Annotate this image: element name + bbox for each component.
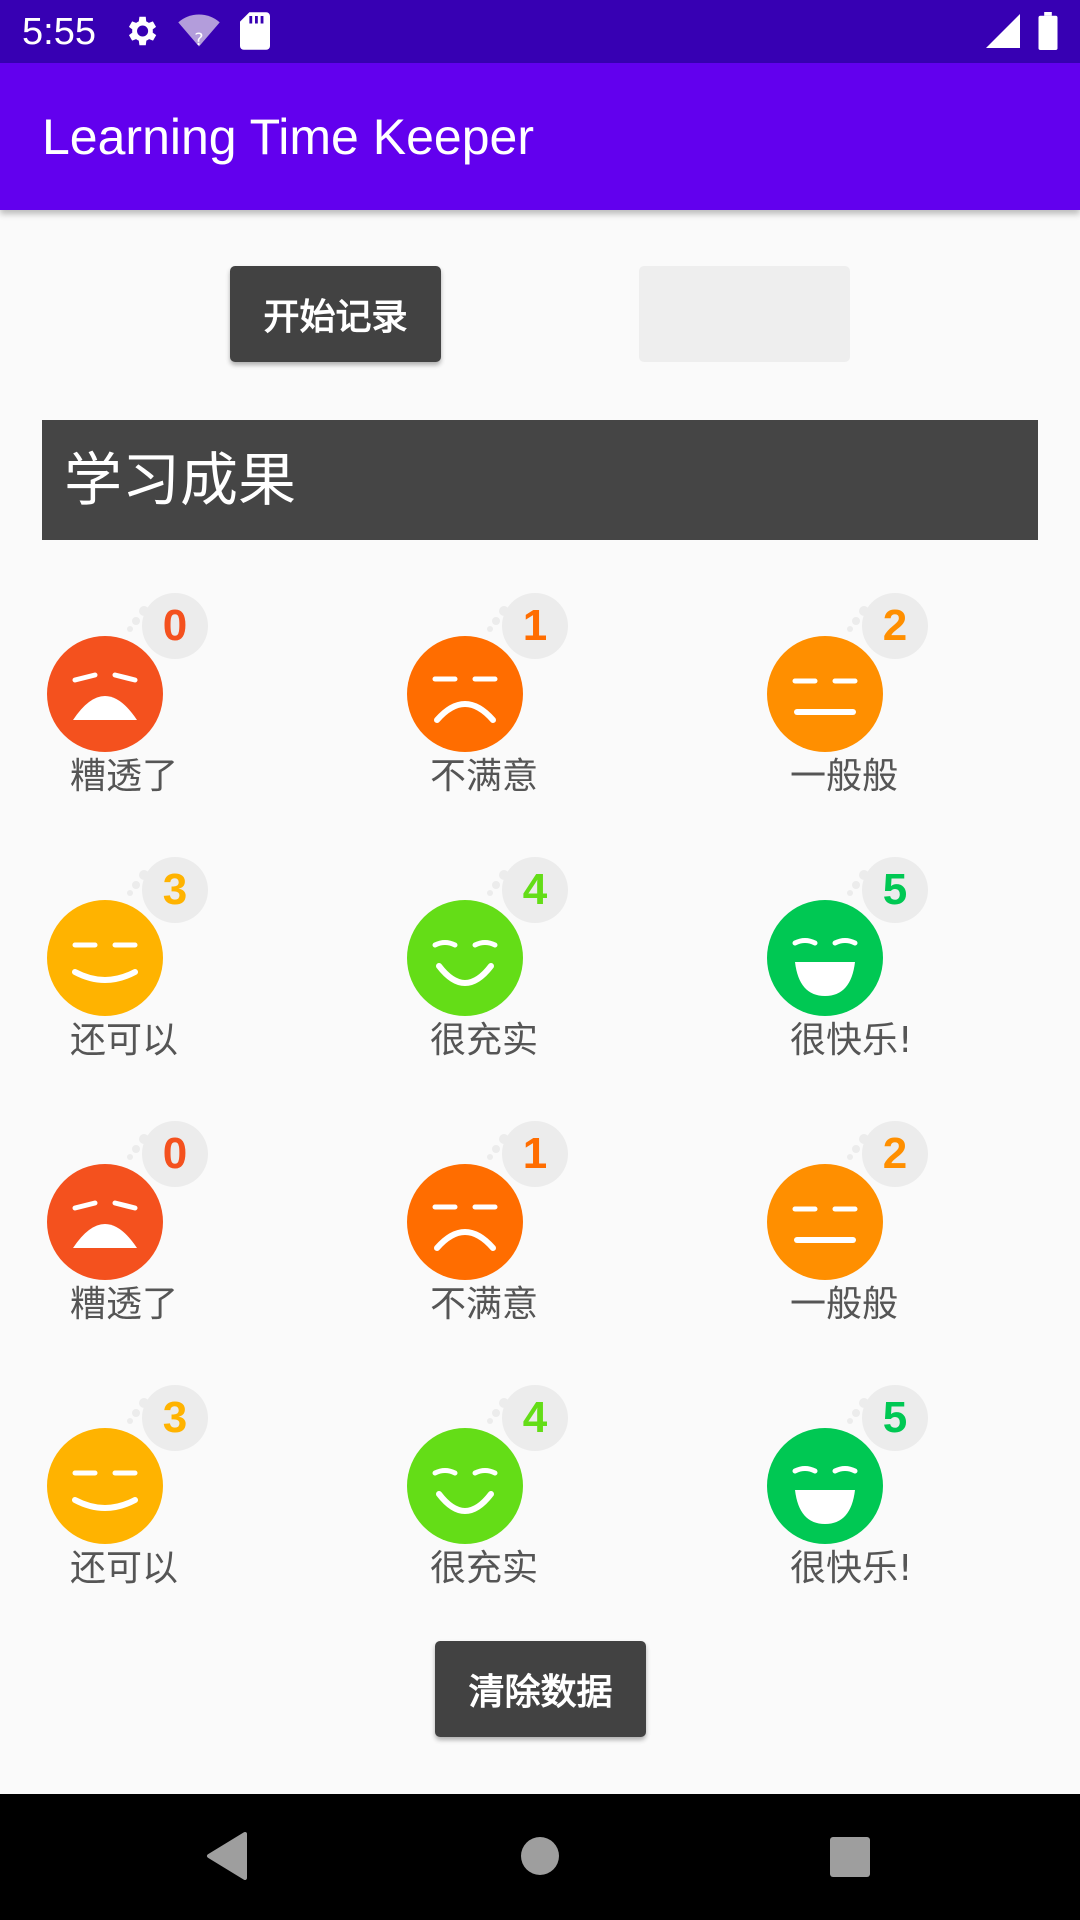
rating-item[interactable]: 2 一般般 [762,1121,982,1331]
rating-label: 很快乐! [790,1020,913,1061]
awful-face-icon[interactable] [47,1164,163,1280]
bad-face-icon[interactable] [407,636,523,752]
svg-text:?: ? [194,30,203,50]
rating-item[interactable]: 3 还可以 [42,1385,262,1595]
home-icon[interactable] [520,1836,560,1880]
rating-item[interactable]: 3 还可以 [42,857,262,1067]
status-bar: 5:55 ? [0,0,1080,63]
results-title: 学习成果 [64,446,297,514]
rating-label: 糟透了 [70,1284,179,1325]
awful-face-icon[interactable] [47,636,163,752]
disabled-button [639,266,850,362]
results-header: 学习成果 [42,420,1038,540]
rating-item[interactable]: 4 很充实 [402,857,622,1067]
rating-label: 不满意 [430,756,539,797]
navigation-bar [0,1794,1080,1920]
neutral-face-icon[interactable] [767,1164,883,1280]
app-bar: Learning Time Keeper [0,63,1080,210]
recents-icon[interactable] [830,1837,870,1881]
ok-face-icon[interactable] [47,1428,163,1544]
rating-label: 很充实 [430,1020,539,1061]
rating-item[interactable]: 0 糟透了 [42,1121,262,1331]
battery-icon [1038,12,1058,54]
rating-item[interactable]: 1 不满意 [402,1121,622,1331]
rating-label: 还可以 [70,1548,179,1589]
great-face-icon[interactable] [767,1428,883,1544]
rating-item[interactable]: 0 糟透了 [42,593,262,803]
neutral-face-icon[interactable] [767,636,883,752]
wifi-question-icon: ? [178,12,220,54]
signal-icon [986,12,1020,54]
rating-label: 一般般 [790,756,899,797]
great-face-icon[interactable] [767,900,883,1016]
rating-label: 很快乐! [790,1548,913,1589]
good-face-icon[interactable] [407,1428,523,1544]
ok-face-icon[interactable] [47,900,163,1016]
sd-card-icon [240,12,270,54]
rating-item[interactable]: 5 很快乐! [762,1385,982,1595]
rating-item[interactable]: 4 很充实 [402,1385,622,1595]
rating-label: 糟透了 [70,756,179,797]
clear-data-button[interactable]: 清除数据 [435,1641,646,1737]
rating-label: 不满意 [430,1284,539,1325]
app-title: Learning Time Keeper [42,109,534,165]
rating-item[interactable]: 5 很快乐! [762,857,982,1067]
status-time: 5:55 [22,11,96,53]
gear-icon [122,12,160,54]
rating-label: 很充实 [430,1548,539,1589]
rating-label: 还可以 [70,1020,179,1061]
rating-item[interactable]: 2 一般般 [762,593,982,803]
bad-face-icon[interactable] [407,1164,523,1280]
start-recording-button[interactable]: 开始记录 [230,266,441,362]
rating-item[interactable]: 1 不满意 [402,593,622,803]
rating-label: 一般般 [790,1284,899,1325]
back-icon[interactable] [205,1832,247,1884]
good-face-icon[interactable] [407,900,523,1016]
